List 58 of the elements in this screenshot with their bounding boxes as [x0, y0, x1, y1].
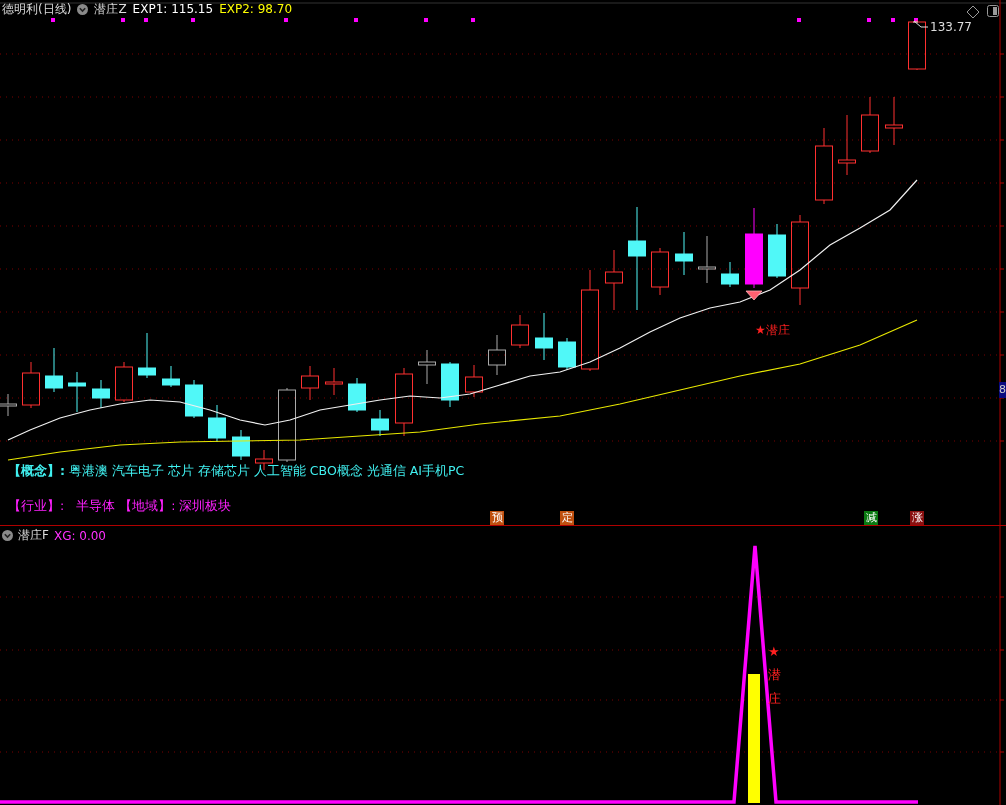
concept-label: 【概念】:: [8, 463, 65, 480]
signal-tag: 定: [560, 511, 574, 525]
candlestick: [0, 393, 17, 417]
candlestick: [162, 365, 180, 388]
price-label: 133.77: [930, 20, 972, 34]
candlestick: [138, 332, 156, 379]
concept-list: 粤港澳 汽车电子 芯片 存储芯片 人工智能 CBO概念 光通信 AI手机PC: [69, 463, 465, 480]
candlestick: [185, 379, 203, 419]
candlestick: [651, 247, 669, 296]
dropdown-icon[interactable]: [77, 3, 89, 15]
signal-label: ★潜庄: [755, 322, 790, 339]
candlestick: [92, 379, 110, 409]
signal-tag: 涨: [910, 511, 924, 525]
region-label: 【地域】:: [119, 498, 176, 515]
candlestick: [605, 249, 623, 311]
candlestick: [488, 334, 506, 376]
diamond-icon[interactable]: [966, 5, 980, 19]
candlestick: [535, 312, 553, 361]
candlestick: [698, 235, 716, 284]
region-value: 深圳板块: [179, 498, 232, 515]
candlestick: [885, 96, 903, 146]
candlestick: [511, 314, 529, 349]
candlestick: [232, 429, 250, 461]
indicator-reading: EXP1: 115.15: [132, 2, 214, 16]
candlestick: [908, 19, 926, 71]
diamond-icon: [745, 290, 763, 301]
leader-line: [912, 20, 929, 28]
candlestick: [838, 114, 856, 176]
stock-title: 德明利(日线): [2, 2, 72, 16]
signal-tag: 减: [864, 511, 878, 525]
indicator-reading: EXP2: 98.70: [219, 2, 293, 16]
candlestick: [45, 347, 63, 393]
candlestick: [768, 223, 786, 279]
industry-value: 半导体: [76, 498, 116, 515]
indicator-name: 潜庄Z: [94, 2, 127, 16]
dropdown-icon[interactable]: [2, 530, 13, 541]
panel-toggle-icon[interactable]: [987, 5, 999, 17]
signal-tag: 预: [490, 511, 504, 525]
candlestick: [371, 409, 389, 437]
candlestick: [325, 367, 343, 396]
candlestick: [418, 349, 436, 385]
candlestick: [301, 365, 319, 401]
axis-label: 8: [999, 382, 1006, 398]
industry-label: 【行业】:: [8, 498, 65, 515]
candlestick: [465, 364, 483, 398]
candlestick: [861, 96, 879, 154]
candlestick: [721, 261, 739, 288]
candlestick: [348, 377, 366, 413]
indicator-reading: XG: 0.00: [53, 528, 106, 543]
indicator-name: 潜庄F: [18, 527, 49, 544]
candlestick: [208, 404, 226, 443]
candlestick: [68, 371, 86, 413]
candlestick: [395, 367, 413, 437]
candlestick: [22, 361, 40, 409]
candlestick: [115, 361, 133, 403]
candlestick: [558, 337, 576, 371]
candlestick: [675, 231, 693, 276]
candlestick: [441, 361, 459, 408]
